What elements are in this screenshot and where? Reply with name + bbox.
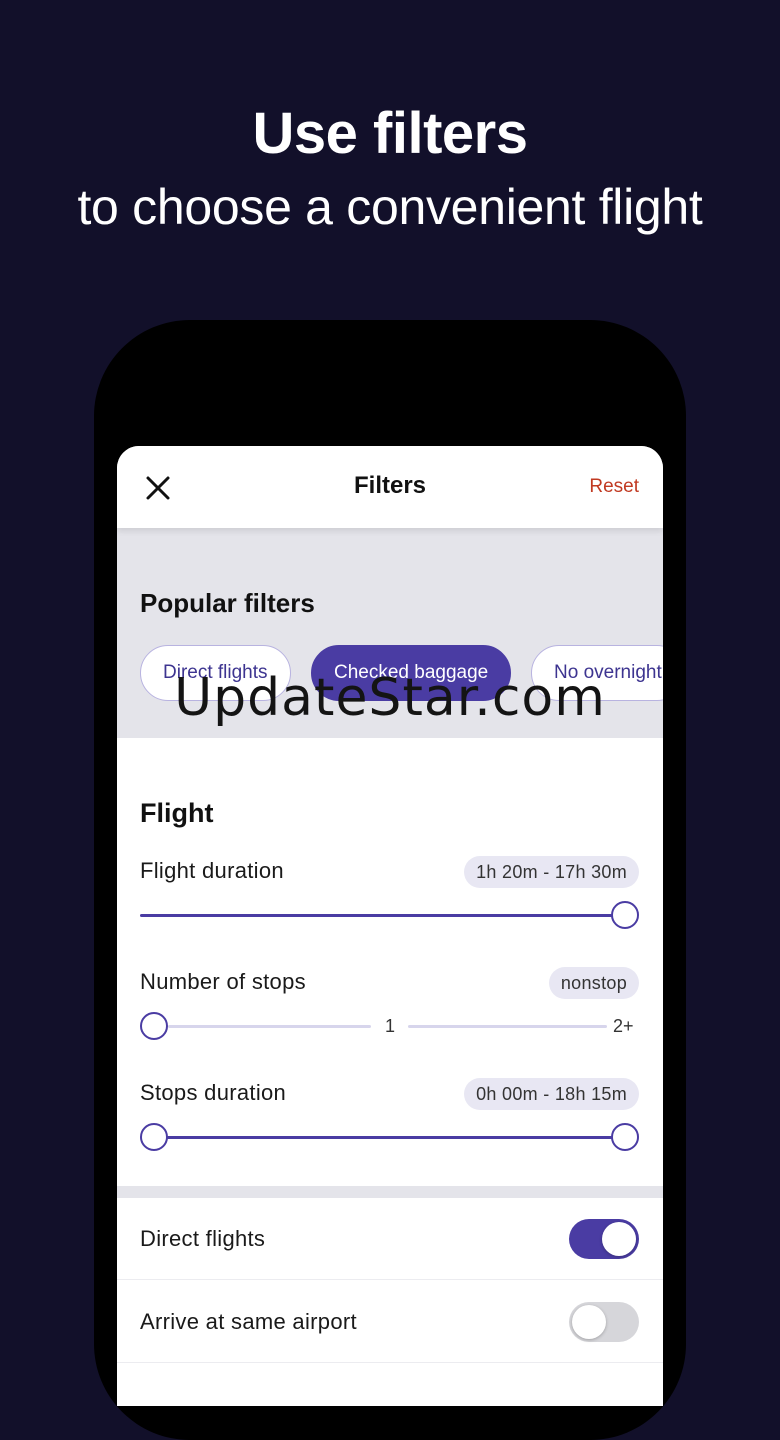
- direct-flights-row[interactable]: Direct flights: [117, 1198, 663, 1280]
- filters-screen: Filters Reset Popular filters Direct fli…: [117, 446, 663, 1406]
- flight-duration-handle[interactable]: [611, 901, 639, 929]
- flight-duration-label: Flight duration: [140, 858, 284, 883]
- stops-duration-min-handle[interactable]: [140, 1123, 168, 1151]
- direct-flights-label: Direct flights: [140, 1226, 266, 1251]
- number-of-stops-value: nonstop: [548, 967, 639, 999]
- number-of-stops-label: Number of stops: [140, 969, 306, 994]
- popular-filters-title: Popular filters: [140, 588, 315, 618]
- headline: Use filters to choose a convenient fligh…: [0, 96, 780, 242]
- stops-duration-label: Stops duration: [140, 1080, 287, 1105]
- popular-filters-section: Popular filters Direct flights Checked b…: [117, 528, 663, 738]
- stops-duration-track[interactable]: [154, 1136, 625, 1139]
- stops-duration-value: 0h 00m - 18h 15m: [464, 1078, 639, 1110]
- number-of-stops-handle[interactable]: [140, 1012, 168, 1040]
- section-divider: [117, 1186, 663, 1198]
- flight-section-title: Flight: [140, 798, 214, 828]
- stops-tick-1: 1: [385, 1016, 396, 1036]
- stops-track-segment-1[interactable]: [168, 1025, 371, 1028]
- direct-flights-toggle[interactable]: [569, 1219, 639, 1259]
- reset-button[interactable]: Reset: [589, 476, 639, 498]
- headline-subtitle: to choose a convenient flight: [77, 179, 703, 235]
- toggle-knob: [572, 1305, 606, 1339]
- stops-tick-2plus: 2+: [613, 1016, 634, 1036]
- headline-title: Use filters: [252, 101, 528, 166]
- chip-direct-flights[interactable]: Direct flights: [140, 645, 291, 701]
- filters-header: Filters Reset: [117, 446, 663, 528]
- arrive-same-airport-toggle[interactable]: [569, 1302, 639, 1342]
- stops-duration-max-handle[interactable]: [611, 1123, 639, 1151]
- arrive-same-airport-label: Arrive at same airport: [140, 1309, 357, 1334]
- arrive-same-airport-row[interactable]: Arrive at same airport: [117, 1281, 663, 1363]
- flight-duration-track[interactable]: [140, 914, 625, 917]
- chip-no-overnight[interactable]: No overnight: [531, 645, 663, 701]
- flight-duration-value: 1h 20m - 17h 30m: [464, 856, 639, 888]
- stops-track-segment-2[interactable]: [408, 1025, 607, 1028]
- chip-checked-baggage[interactable]: Checked baggage: [311, 645, 512, 701]
- phone-notch: [258, 320, 522, 380]
- toggle-knob: [602, 1222, 636, 1256]
- page-title: Filters: [353, 472, 427, 499]
